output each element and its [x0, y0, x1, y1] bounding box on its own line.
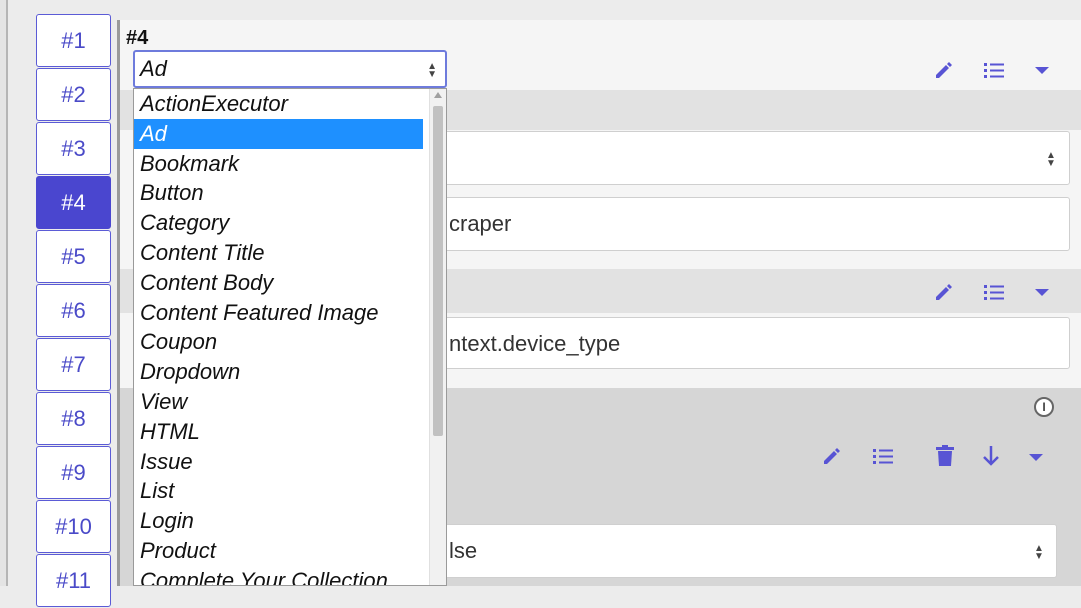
dropdown-option[interactable]: ActionExecutor — [134, 89, 423, 119]
dropdown-option[interactable]: Dropdown — [134, 357, 423, 387]
list-icon[interactable] — [872, 446, 894, 466]
dropdown-option[interactable]: View — [134, 387, 423, 417]
info-icon[interactable]: I — [1034, 397, 1054, 417]
trash-icon[interactable] — [935, 445, 955, 467]
text-field-2[interactable]: craper — [440, 197, 1070, 251]
tab-4[interactable]: #4 — [36, 176, 111, 229]
tab-2[interactable]: #2 — [36, 68, 111, 121]
list-icon[interactable] — [983, 282, 1005, 302]
tab-list: #1 #2 #3 #4 #5 #6 #7 #8 #9 #10 #11 — [36, 14, 112, 608]
left-edge-bar — [0, 0, 8, 586]
section-title: #4 — [126, 27, 149, 49]
pencil-icon[interactable] — [934, 282, 954, 302]
tab-11[interactable]: #11 — [36, 554, 111, 607]
dropdown-option[interactable]: Login — [134, 506, 423, 536]
type-select[interactable]: Ad ▲ ▼ — [133, 50, 447, 88]
arrow-down-icon[interactable] — [982, 445, 1000, 467]
dropdown-scrollbar[interactable] — [429, 89, 446, 585]
dropdown-option[interactable]: Product — [134, 536, 423, 566]
scrollbar-thumb[interactable] — [433, 106, 443, 436]
caret-down-icon[interactable] — [1034, 64, 1050, 76]
type-select-value: Ad — [140, 56, 167, 81]
type-dropdown-list[interactable]: ActionExecutor Ad Bookmark Button Catego… — [133, 88, 447, 586]
select-updown-icon: ▲ ▼ — [1034, 543, 1044, 562]
select-updown-icon: ▲ ▼ — [1046, 150, 1056, 169]
caret-down-icon[interactable] — [1034, 286, 1050, 298]
dropdown-option[interactable]: Issue — [134, 447, 423, 477]
dropdown-option[interactable]: Content Featured Image — [134, 298, 423, 328]
tab-10[interactable]: #10 — [36, 500, 111, 553]
dropdown-option[interactable]: Complete Your Collection — [134, 566, 423, 585]
dropdown-option[interactable]: Category — [134, 208, 423, 238]
list-icon[interactable] — [983, 60, 1005, 80]
select-updown-icon: ▲ ▼ — [427, 61, 437, 80]
dropdown-option[interactable]: Button — [134, 178, 423, 208]
text-field-3[interactable]: ntext.device_type — [440, 317, 1070, 369]
tab-9[interactable]: #9 — [36, 446, 111, 499]
dropdown-option[interactable]: Content Body — [134, 268, 423, 298]
dropdown-option[interactable]: Bookmark — [134, 149, 423, 179]
dropdown-option[interactable]: List — [134, 476, 423, 506]
tab-3[interactable]: #3 — [36, 122, 111, 175]
select-field-1[interactable] — [440, 131, 1070, 185]
tab-1[interactable]: #1 — [36, 14, 111, 67]
caret-down-icon[interactable] — [1028, 451, 1044, 463]
tab-7[interactable]: #7 — [36, 338, 111, 391]
dropdown-option[interactable]: Coupon — [134, 327, 423, 357]
pencil-icon[interactable] — [934, 60, 954, 80]
scroll-up-icon[interactable] — [434, 92, 442, 98]
dropdown-option[interactable]: HTML — [134, 417, 423, 447]
select-field-4[interactable]: lse — [440, 524, 1057, 578]
dropdown-option-selected[interactable]: Ad — [134, 118, 423, 149]
tab-5[interactable]: #5 — [36, 230, 111, 283]
tab-8[interactable]: #8 — [36, 392, 111, 445]
dropdown-option[interactable]: Content Title — [134, 238, 423, 268]
tab-6[interactable]: #6 — [36, 284, 111, 337]
pencil-icon[interactable] — [822, 446, 842, 466]
